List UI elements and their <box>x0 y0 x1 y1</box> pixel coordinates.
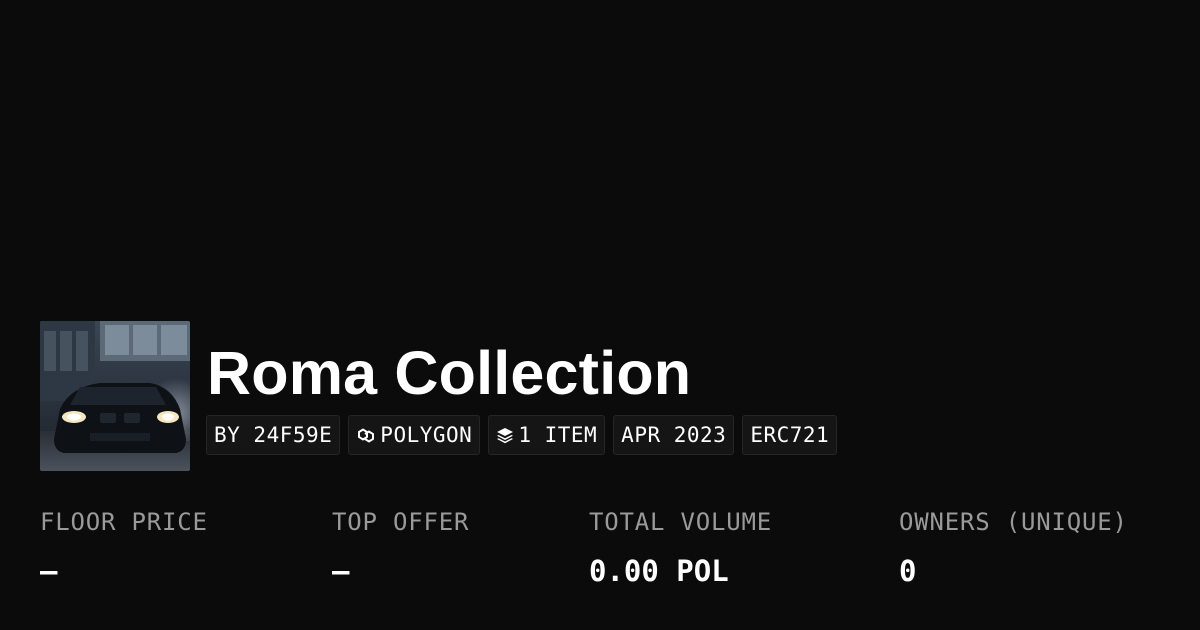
stat-owners: OWNERS (UNIQUE) 0 <box>899 500 1128 598</box>
stat-value: 0.00 POL <box>589 554 729 588</box>
collection-stats: FLOOR PRICE – TOP OFFER – TOTAL VOLUME 0… <box>0 500 1200 610</box>
stat-value: – <box>332 554 350 588</box>
standard-label: ERC721 <box>750 423 830 447</box>
stat-floor-price: FLOOR PRICE – <box>40 500 208 598</box>
chain-badge[interactable]: POLYGON <box>348 415 481 455</box>
stat-total-volume: TOTAL VOLUME 0.00 POL <box>589 500 772 598</box>
items-badge[interactable]: 1 ITEM <box>488 415 606 455</box>
creator-label: BY 24F59E <box>214 423 333 447</box>
date-label: APR 2023 <box>621 423 727 447</box>
stat-label: FLOOR PRICE <box>40 508 208 536</box>
items-label: 1 ITEM <box>518 423 598 447</box>
stat-label: OWNERS (UNIQUE) <box>899 508 1128 536</box>
date-badge: APR 2023 <box>613 415 735 455</box>
stat-top-offer: TOP OFFER – <box>332 500 469 598</box>
stat-value: – <box>40 554 58 588</box>
collection-badges: BY 24F59E POLYGON 1 ITEM APR 2023 ERC721 <box>206 415 838 455</box>
layers-icon <box>496 426 514 444</box>
standard-badge: ERC721 <box>742 415 838 455</box>
car-thumbnail <box>40 321 190 471</box>
stat-label: TOP OFFER <box>332 508 470 536</box>
polygon-chain-icon <box>356 426 376 444</box>
creator-badge[interactable]: BY 24F59E <box>206 415 341 455</box>
chain-label: POLYGON <box>380 423 473 447</box>
stat-value: 0 <box>899 554 917 588</box>
stat-label: TOTAL VOLUME <box>589 508 772 536</box>
collection-title: Roma Collection <box>207 339 692 407</box>
collection-thumbnail <box>40 321 190 471</box>
